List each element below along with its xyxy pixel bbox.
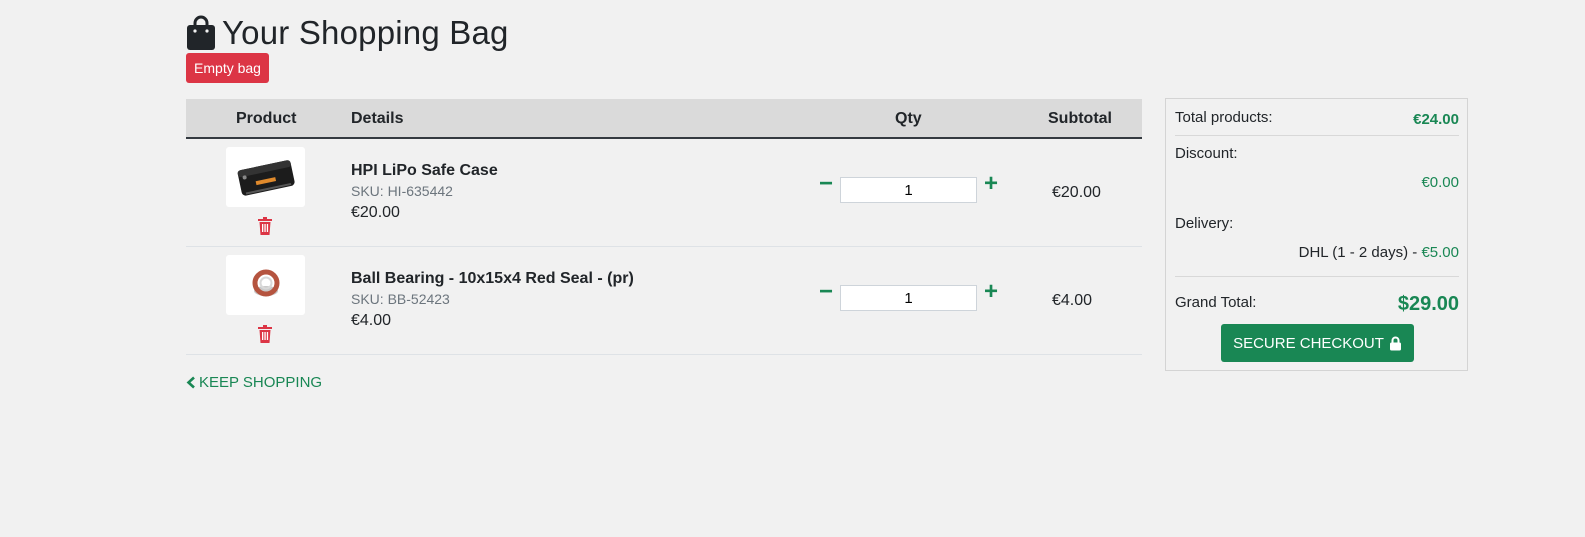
table-row: HPI LiPo Safe Case SKU: HI-635442 €20.00… (186, 139, 1142, 247)
bag-table: Product Details Qty Subtotal HPI LiPo Sa… (186, 99, 1142, 355)
empty-bag-button[interactable]: Empty bag (186, 53, 269, 83)
discount-label: Discount: (1175, 145, 1238, 162)
delivery-info: DHL (1 - 2 days) - €5.00 (1299, 244, 1459, 261)
row-subtotal: €20.00 (1052, 184, 1101, 201)
header-subtotal: Subtotal (1048, 110, 1112, 127)
secure-checkout-button[interactable]: SECURE CHECKOUT (1221, 324, 1414, 362)
header-product: Product (236, 110, 297, 127)
decrement-qty-button[interactable]: − (817, 280, 835, 304)
keep-shopping-label: KEEP SHOPPING (199, 374, 323, 391)
product-image-ball-bearing[interactable] (226, 255, 305, 315)
checkout-label: SECURE CHECKOUT (1233, 334, 1384, 352)
order-summary: Total products: €24.00 Discount: €0.00 D… (1165, 98, 1468, 371)
total-products-value: €24.00 (1413, 111, 1459, 128)
discount-value: €0.00 (1421, 174, 1459, 191)
total-products-label: Total products: (1175, 109, 1273, 126)
table-row: Ball Bearing - 10x15x4 Red Seal - (pr) S… (186, 247, 1142, 355)
row-subtotal: €4.00 (1052, 292, 1093, 309)
product-sku: SKU: HI-635442 (351, 183, 453, 199)
ball-bearing-image (252, 269, 279, 297)
increment-qty-button[interactable]: + (982, 280, 1000, 304)
page-header: Your Shopping Bag (186, 14, 509, 52)
chevron-left-icon (186, 376, 195, 389)
lipo-case-image (237, 160, 295, 196)
product-price: €20.00 (351, 204, 400, 221)
delivery-value: €5.00 (1421, 244, 1459, 261)
quantity-input[interactable] (840, 285, 977, 311)
product-sku: SKU: BB-52423 (351, 291, 450, 307)
trash-icon[interactable] (257, 325, 273, 343)
product-name: Ball Bearing - 10x15x4 Red Seal - (pr) (351, 270, 634, 287)
header-qty: Qty (895, 110, 922, 127)
lock-icon (1389, 336, 1401, 350)
grand-total-label: Grand Total: (1175, 294, 1257, 311)
decrement-qty-button[interactable]: − (817, 172, 835, 196)
header-details: Details (351, 110, 404, 127)
product-name: HPI LiPo Safe Case (351, 162, 498, 179)
product-image-lipo-case[interactable] (226, 147, 305, 207)
shopping-bag-icon (187, 15, 215, 50)
delivery-method: DHL (1 - 2 days) - (1298, 244, 1422, 261)
increment-qty-button[interactable]: + (982, 172, 1000, 196)
product-price: €4.00 (351, 312, 392, 329)
keep-shopping-link[interactable]: KEEP SHOPPING (186, 374, 322, 391)
table-header: Product Details Qty Subtotal (186, 99, 1142, 139)
grand-total-value: $29.00 (1397, 293, 1459, 315)
delivery-label: Delivery: (1175, 215, 1234, 232)
page-title: Your Shopping Bag (222, 14, 509, 51)
divider (1175, 135, 1459, 136)
trash-icon[interactable] (257, 217, 273, 235)
divider (1175, 276, 1459, 277)
quantity-input[interactable] (840, 177, 977, 203)
